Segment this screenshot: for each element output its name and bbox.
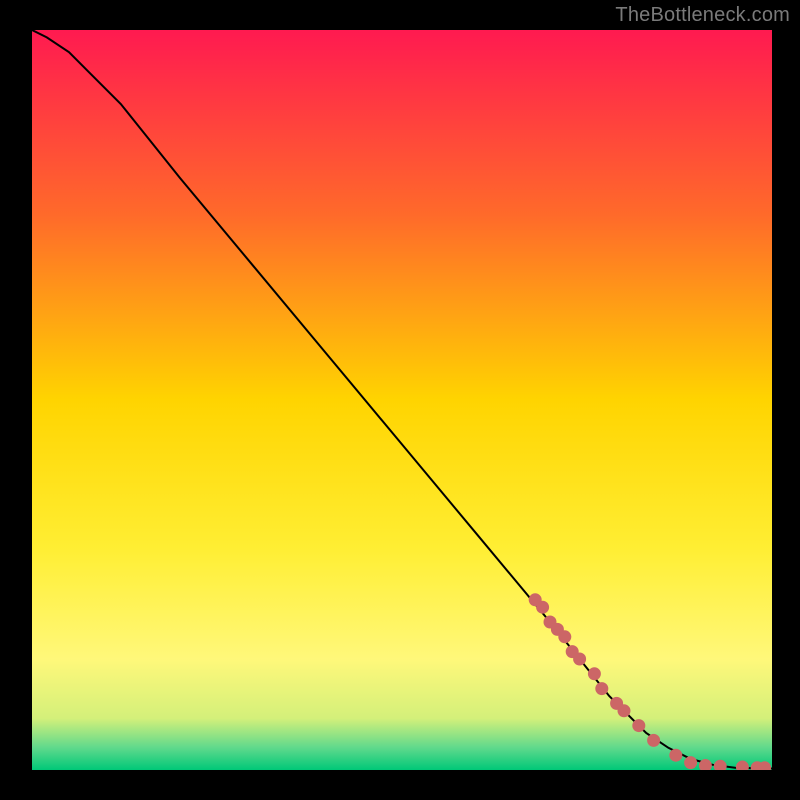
plot-area <box>32 30 772 770</box>
data-point <box>537 601 549 613</box>
attribution-label: TheBottleneck.com <box>615 4 790 27</box>
data-point <box>699 760 711 770</box>
data-point <box>559 631 571 643</box>
data-point <box>670 749 682 761</box>
data-point <box>714 760 726 770</box>
data-point <box>574 653 586 665</box>
data-point <box>618 705 630 717</box>
chart-frame: TheBottleneck.com <box>0 0 800 800</box>
data-point <box>736 761 748 770</box>
chart-svg <box>32 30 772 770</box>
data-point <box>588 668 600 680</box>
gradient-background <box>32 30 772 770</box>
data-point <box>759 762 771 770</box>
data-point <box>648 734 660 746</box>
data-point <box>633 720 645 732</box>
data-point <box>596 683 608 695</box>
data-point <box>685 757 697 769</box>
